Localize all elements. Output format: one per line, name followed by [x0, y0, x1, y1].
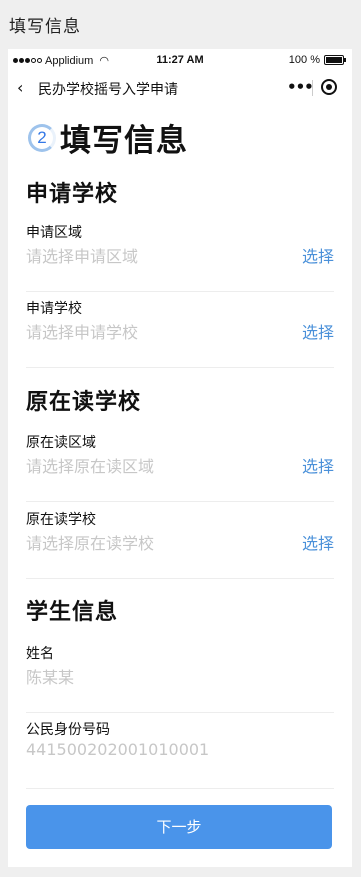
field-label: 申请区域: [26, 225, 82, 241]
divider: [26, 291, 334, 292]
section-title-apply-school: 申请学校: [26, 182, 119, 207]
step-header: 2 填写信息: [28, 115, 188, 160]
field-label: 公民身份号码: [26, 722, 110, 738]
next-step-button[interactable]: 下一步: [26, 805, 332, 849]
back-chevron-icon[interactable]: ‹: [17, 78, 23, 98]
divider: [26, 501, 334, 502]
more-icon[interactable]: •••: [287, 78, 314, 96]
divider: [26, 578, 334, 579]
divider: [26, 367, 334, 368]
capsule-divider: [312, 80, 313, 96]
field-apply-school[interactable]: 申请学校 请选择申请学校 选择: [26, 298, 334, 368]
choose-apply-region-button[interactable]: 选择: [302, 243, 334, 267]
section-title-student-info: 学生信息: [26, 600, 119, 625]
choose-current-school-button[interactable]: 选择: [302, 530, 334, 554]
nav-title: 民办学校摇号入学申请: [38, 82, 178, 98]
section-title-current-school: 原在读学校: [26, 390, 142, 415]
field-apply-region[interactable]: 申请区域 请选择申请区域 选择: [26, 222, 334, 292]
field-label: 申请学校: [26, 301, 82, 317]
choose-current-region-button[interactable]: 选择: [302, 453, 334, 477]
step-number-badge: 2: [28, 123, 56, 152]
page-title: 填写信息: [60, 123, 188, 159]
field-current-region[interactable]: 原在读区域 请选择原在读区域 选择: [26, 432, 334, 502]
close-target-icon[interactable]: [321, 79, 337, 95]
phone-screen: Applidium ◠ 11:27 AM 100 % ‹ 民办学校摇号入学申请 …: [8, 49, 352, 867]
name-value: 陈某某: [26, 668, 75, 687]
field-placeholder: 请选择申请区域: [26, 247, 139, 266]
field-placeholder: 请选择申请学校: [26, 323, 139, 342]
status-bar: Applidium ◠ 11:27 AM 100 %: [8, 49, 352, 71]
page-heading: 填写信息: [9, 17, 81, 37]
field-label: 姓名: [26, 646, 54, 662]
field-current-school[interactable]: 原在读学校 请选择原在读学校 选择: [26, 509, 334, 579]
mini-program-capsule: •••: [281, 76, 343, 100]
divider: [26, 712, 334, 713]
choose-apply-school-button[interactable]: 选择: [302, 319, 334, 343]
status-right: 100 %: [288, 54, 346, 66]
battery-percent: 100 %: [288, 54, 320, 66]
field-label: 原在读学校: [26, 512, 96, 528]
field-label: 原在读区域: [26, 435, 96, 451]
divider: [26, 788, 334, 789]
field-placeholder: 请选择原在读学校: [26, 534, 155, 553]
battery-icon: [324, 55, 346, 65]
field-placeholder: 请选择原在读区域: [26, 457, 155, 476]
field-name[interactable]: 姓名 陈某某: [26, 643, 334, 713]
id-number-value: 441500202001010001: [26, 740, 210, 759]
field-id-number[interactable]: 公民身份号码 441500202001010001: [26, 719, 334, 789]
nav-bar: ‹ 民办学校摇号入学申请 •••: [8, 73, 352, 103]
